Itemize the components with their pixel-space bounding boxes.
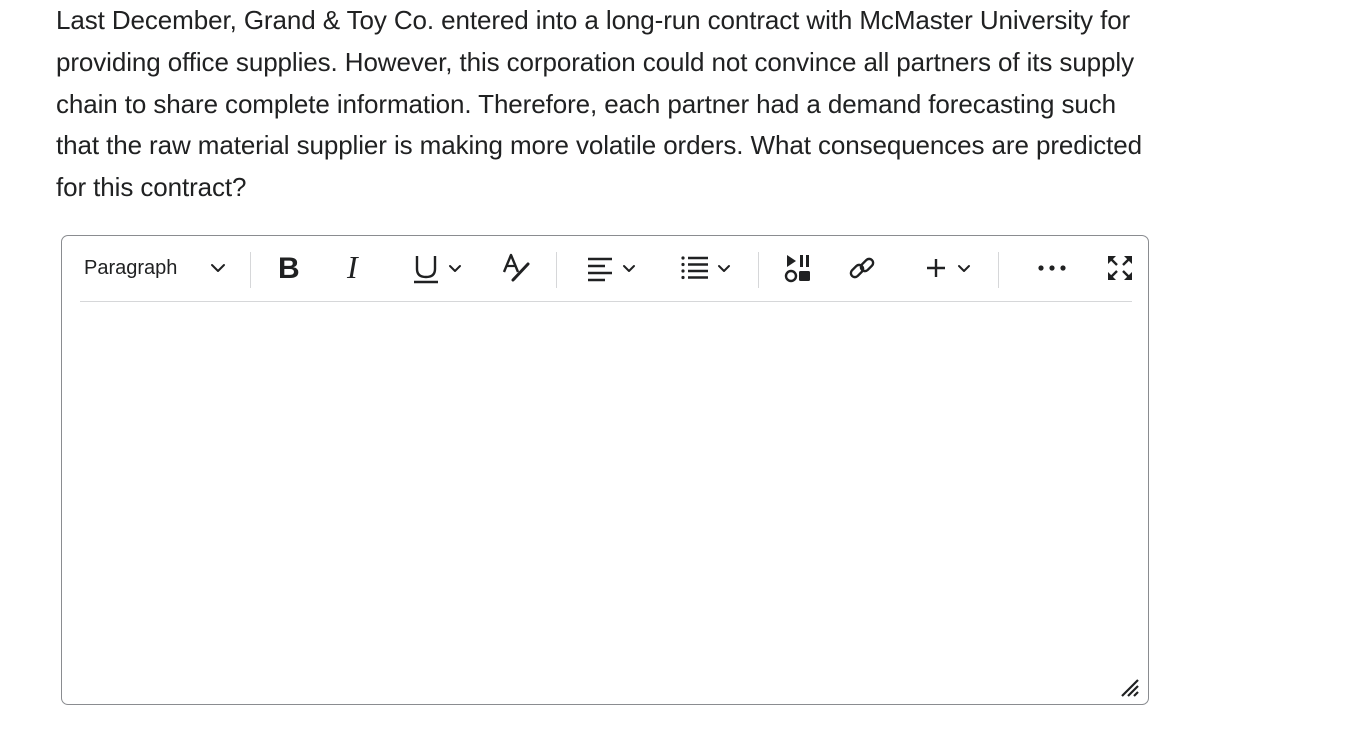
insert-link-button[interactable] bbox=[844, 250, 880, 286]
chevron-down-icon bbox=[208, 258, 228, 278]
toolbar-divider bbox=[758, 252, 759, 288]
chevron-down-icon bbox=[447, 260, 463, 276]
underline-icon bbox=[411, 252, 441, 284]
strikethrough-format-icon bbox=[500, 252, 532, 284]
question-text: Last December, Grand & Toy Co. entered i… bbox=[56, 5, 1143, 203]
toolbar-divider bbox=[250, 252, 251, 288]
resize-icon bbox=[1118, 679, 1140, 702]
bold-button[interactable]: B bbox=[270, 250, 306, 286]
chevron-down-icon bbox=[621, 260, 637, 276]
chevron-down-icon bbox=[956, 260, 972, 276]
underline-dropdown-button[interactable] bbox=[402, 250, 472, 286]
toolbar-divider bbox=[556, 252, 557, 288]
insert-media-button[interactable] bbox=[780, 250, 816, 286]
toolbar-divider bbox=[998, 252, 999, 288]
text-format-button[interactable] bbox=[498, 250, 534, 286]
chevron-down-icon bbox=[716, 260, 732, 276]
insert-dropdown-button[interactable] bbox=[916, 250, 980, 286]
italic-button[interactable]: I bbox=[336, 250, 372, 286]
block-format-dropdown[interactable]: Paragraph bbox=[84, 250, 232, 286]
bullet-list-icon bbox=[680, 254, 710, 282]
svg-text:I: I bbox=[346, 254, 359, 282]
plus-icon bbox=[924, 256, 948, 280]
more-actions-button[interactable] bbox=[1034, 250, 1070, 286]
fullscreen-icon bbox=[1105, 253, 1135, 283]
block-format-label: Paragraph bbox=[84, 256, 178, 279]
italic-icon: I bbox=[342, 254, 366, 282]
list-dropdown-button[interactable] bbox=[674, 250, 738, 286]
link-icon bbox=[847, 253, 877, 283]
resize-handle[interactable] bbox=[1118, 676, 1140, 698]
alignment-dropdown-button[interactable] bbox=[580, 250, 642, 286]
editor-toolbar: Paragraph B I bbox=[80, 236, 1132, 302]
media-icon bbox=[783, 252, 813, 284]
more-icon bbox=[1037, 263, 1067, 273]
bold-icon: B bbox=[276, 254, 300, 282]
editor-content-area[interactable] bbox=[62, 302, 1148, 702]
svg-text:B: B bbox=[278, 254, 300, 282]
rich-text-editor: Paragraph B I bbox=[61, 235, 1149, 705]
fullscreen-button[interactable] bbox=[1102, 250, 1138, 286]
align-left-icon bbox=[585, 254, 615, 282]
